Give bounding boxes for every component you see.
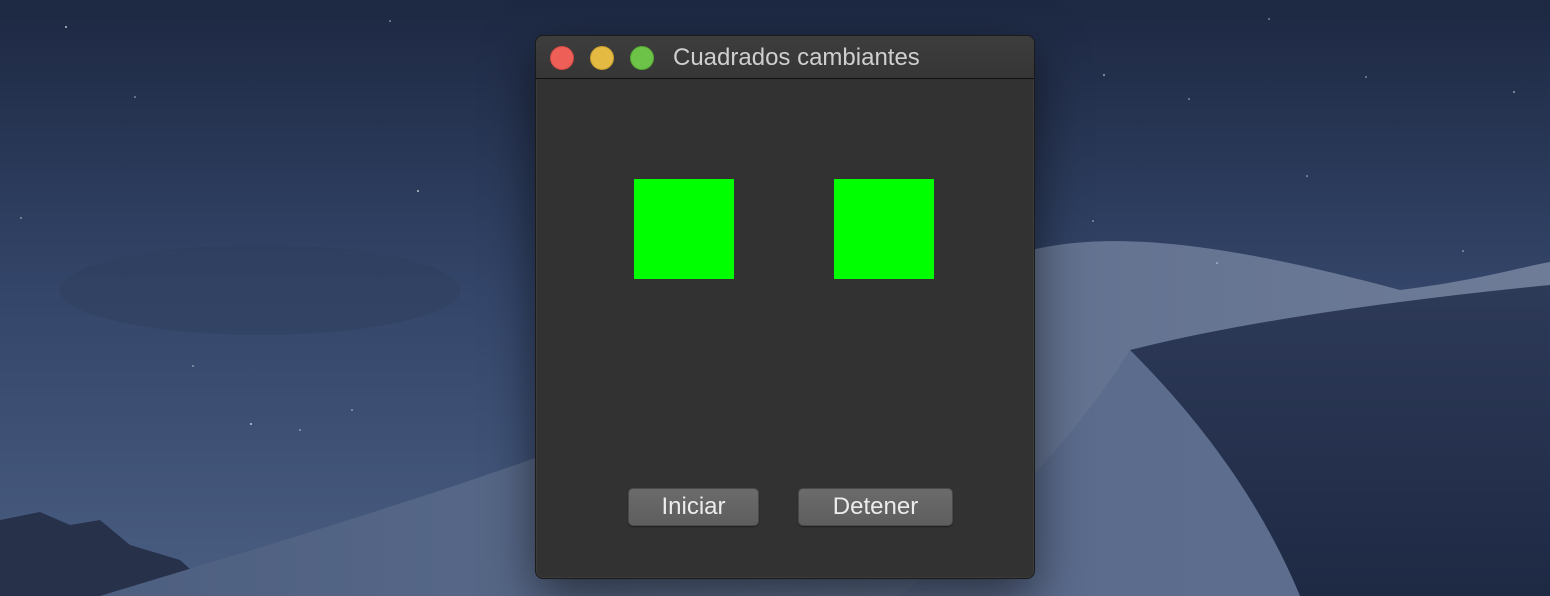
title-bar[interactable]: Cuadrados cambiantes xyxy=(536,36,1034,79)
close-icon[interactable] xyxy=(550,46,574,70)
zoom-icon[interactable] xyxy=(630,46,654,70)
start-button[interactable]: Iniciar xyxy=(628,488,759,526)
stop-button[interactable]: Detener xyxy=(798,488,953,526)
desktop-background: Cuadrados cambiantes Iniciar Detener xyxy=(0,0,1550,596)
app-window: Cuadrados cambiantes Iniciar Detener xyxy=(535,35,1035,579)
left-square xyxy=(634,179,734,279)
minimize-icon[interactable] xyxy=(590,46,614,70)
window-title: Cuadrados cambiantes xyxy=(673,44,920,71)
right-square xyxy=(834,179,934,279)
